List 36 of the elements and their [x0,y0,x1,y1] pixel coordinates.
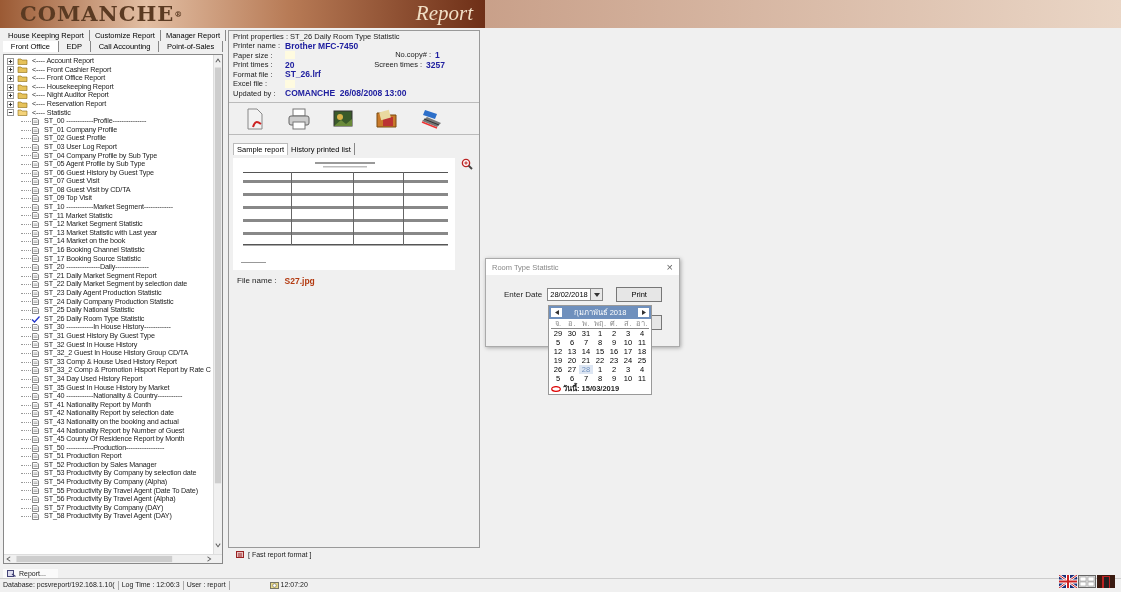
report-icon [7,570,16,578]
printer-icon[interactable] [287,106,311,131]
app-title: Report [415,1,473,27]
date-label: Enter Date [504,289,543,300]
expand-icon[interactable] [7,100,15,108]
file-name: S27.jpg [284,276,315,287]
next-button[interactable] [638,308,649,317]
exit-door-icon[interactable] [1097,575,1115,588]
expand-icon[interactable] [7,83,15,91]
report-icon [236,551,244,559]
logo: COMANCHE$^{®}$ [20,1,184,27]
collapse-icon[interactable] [7,109,15,117]
expand-icon[interactable] [7,57,15,65]
expand-icon[interactable] [7,75,15,82]
field-value: COMANCHE 26/08/2008 13:00 [285,88,407,99]
expand-icon[interactable] [7,92,15,100]
field-value: Brother MFC-7450 [285,40,359,51]
field-value: 1 [435,50,441,61]
expand-icon[interactable] [7,66,15,74]
dropdown-button[interactable] [591,288,604,301]
scrollbar[interactable] [4,554,222,563]
right-arrow-icon [641,310,646,315]
field-value: 20 [285,59,295,70]
grid-icon[interactable] [1078,575,1096,588]
close-button[interactable]: × [666,261,673,273]
previous-button[interactable] [551,308,562,317]
today-icon [551,385,561,392]
left-arrow-icon [554,310,559,315]
field-value: ST_26.lrf [285,69,321,80]
flag-icon[interactable] [1059,575,1077,588]
caret-icon [593,292,600,297]
clock-icon [269,581,279,590]
file-name-label: File name : [237,276,277,286]
scrollbar[interactable] [213,55,222,554]
field-value: 3257 [426,59,445,70]
zoom-icon[interactable] [461,158,473,170]
